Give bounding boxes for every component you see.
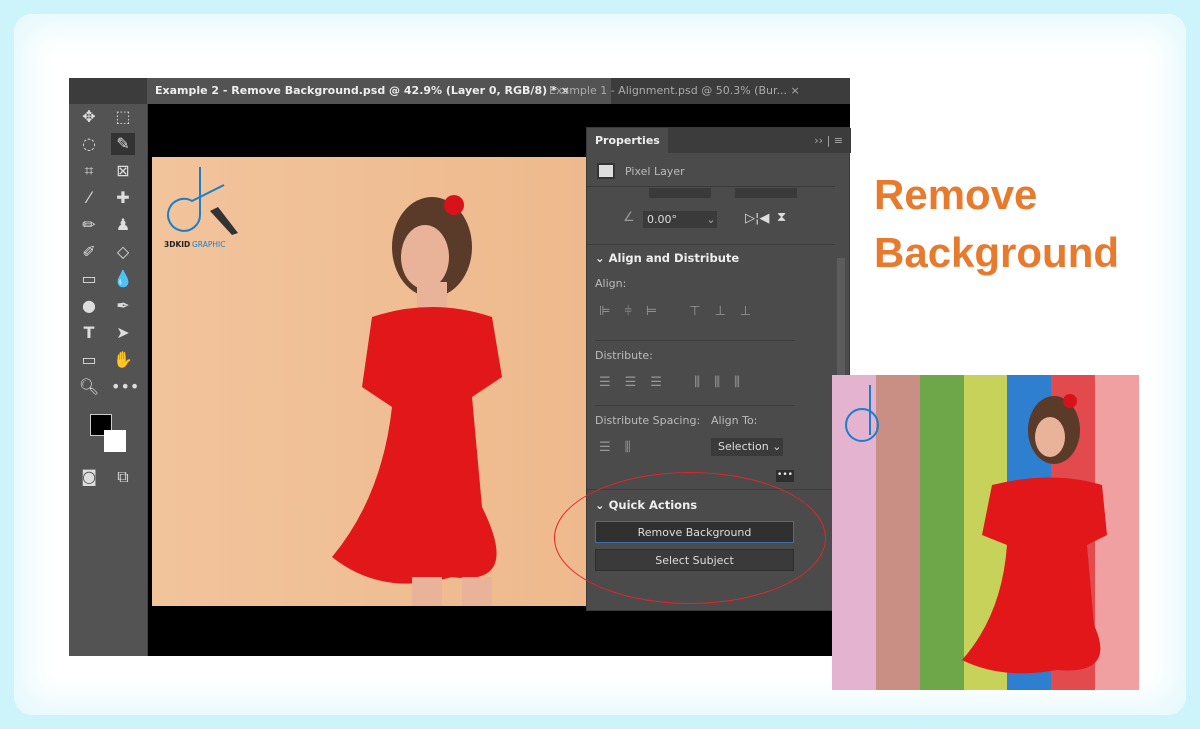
align-to-label: Align To:	[711, 414, 758, 427]
tab-label: Example 2 - Remove Background.psd @ 42.9…	[155, 84, 557, 97]
headline-line-1: Remove	[874, 171, 1038, 218]
path-selection-icon[interactable]: ➤	[111, 322, 135, 344]
toolbar: ✥ ⬚ ◌ ✎ ⌗ ⊠ ⁄ ✚ ✏ ♟ ✐ ◇ ▭ 💧 ● ✒ T ➤ ▭ ✋ …	[69, 104, 148, 656]
headline: Remove Background	[874, 166, 1119, 282]
more-tools-icon[interactable]: •••	[111, 376, 139, 398]
blur-tool-icon[interactable]: 💧	[111, 268, 135, 290]
result-model-figure	[845, 385, 1107, 674]
distribute-buttons-icon[interactable]: ☰☰☰ ⫼⫼⫼	[599, 375, 754, 390]
logo-icon: 3DKID GRAPHIC	[164, 167, 238, 249]
spacing-buttons-icon[interactable]: ☰⫼	[599, 440, 645, 455]
document-tabs: Example 2 - Remove Background.psd @ 42.9…	[69, 78, 850, 104]
dodge-tool-icon[interactable]: ●	[77, 295, 101, 317]
lasso-tool-icon[interactable]: ◌	[77, 133, 101, 155]
brush-tool-icon[interactable]: ✏	[77, 214, 101, 236]
flip-vertical-icon[interactable]: ⧗	[777, 210, 786, 225]
flip-horizontal-icon[interactable]: ▷¦◀	[745, 211, 769, 226]
svg-text:GRAPHIC: GRAPHIC	[192, 240, 225, 249]
screen-mode-icon[interactable]: ⧉	[111, 466, 135, 488]
crop-tool-icon[interactable]: ⌗	[77, 160, 101, 182]
distribute-spacing-label: Distribute Spacing:	[595, 414, 701, 427]
tab-example-1[interactable]: Example 1 - Alignment.psd @ 50.3% (Bur..…	[541, 78, 808, 104]
frame-tool-icon[interactable]: ⊠	[111, 160, 135, 182]
result-image	[832, 375, 1139, 690]
marquee-tool-icon[interactable]: ⬚	[111, 106, 135, 128]
close-icon[interactable]: ×	[790, 84, 799, 97]
model-figure	[332, 195, 502, 606]
zoom-tool-icon[interactable]: 🔍︎	[77, 376, 101, 398]
align-to-select[interactable]: Selection ⌄	[711, 438, 783, 456]
type-tool-icon[interactable]: T	[77, 322, 101, 344]
more-options-icon[interactable]: •••	[776, 470, 794, 482]
align-buttons-icon[interactable]: ⊫⫩⊨ ⊤⊥⊥	[599, 304, 765, 319]
quick-mask-icon[interactable]: ◙	[77, 466, 101, 488]
eraser-tool-icon[interactable]: ◇	[111, 241, 135, 263]
section-title: Align and Distribute	[608, 251, 740, 265]
pen-tool-icon[interactable]: ✒	[111, 295, 135, 317]
move-tool-icon[interactable]: ✥	[77, 106, 101, 128]
highlight-ellipse	[554, 472, 826, 604]
background-color-swatch[interactable]	[104, 430, 126, 452]
healing-brush-icon[interactable]: ✚	[111, 187, 135, 209]
eyedropper-tool-icon[interactable]: ⁄	[77, 187, 101, 209]
distribute-label: Distribute:	[595, 349, 653, 362]
svg-text:3DKID: 3DKID	[164, 240, 190, 249]
rectangle-tool-icon[interactable]: ▭	[77, 349, 101, 371]
height-field[interactable]	[735, 188, 797, 198]
pixel-layer-icon	[597, 163, 615, 179]
properties-tab-bar: Properties ›› | ≡	[587, 128, 851, 153]
layer-type-label: Pixel Layer	[625, 165, 685, 178]
align-label: Align:	[595, 277, 627, 290]
align-to-value: Selection	[718, 440, 769, 453]
hand-tool-icon[interactable]: ✋	[111, 349, 135, 371]
align-distribute-header[interactable]: ⌄ Align and Distribute	[595, 251, 739, 265]
stamp-tool-icon[interactable]: ♟	[111, 214, 135, 236]
tab-label: Example 1 - Alignment.psd @ 50.3% (Bur..…	[549, 84, 787, 97]
angle-input[interactable]: 0.00°	[643, 211, 705, 228]
gradient-tool-icon[interactable]: ▭	[77, 268, 101, 290]
headline-line-2: Background	[874, 229, 1120, 276]
quick-selection-tool-icon[interactable]: ✎	[111, 133, 135, 155]
tab-properties[interactable]: Properties	[587, 128, 668, 153]
history-brush-icon[interactable]: ✐	[77, 241, 101, 263]
width-field[interactable]	[649, 188, 711, 198]
chevron-down-icon[interactable]: ⌄	[705, 211, 717, 228]
panel-menu-icon[interactable]: ›› | ≡	[814, 134, 843, 147]
angle-icon: ∠	[623, 210, 635, 225]
document-image: 3DKID GRAPHIC	[152, 157, 586, 606]
